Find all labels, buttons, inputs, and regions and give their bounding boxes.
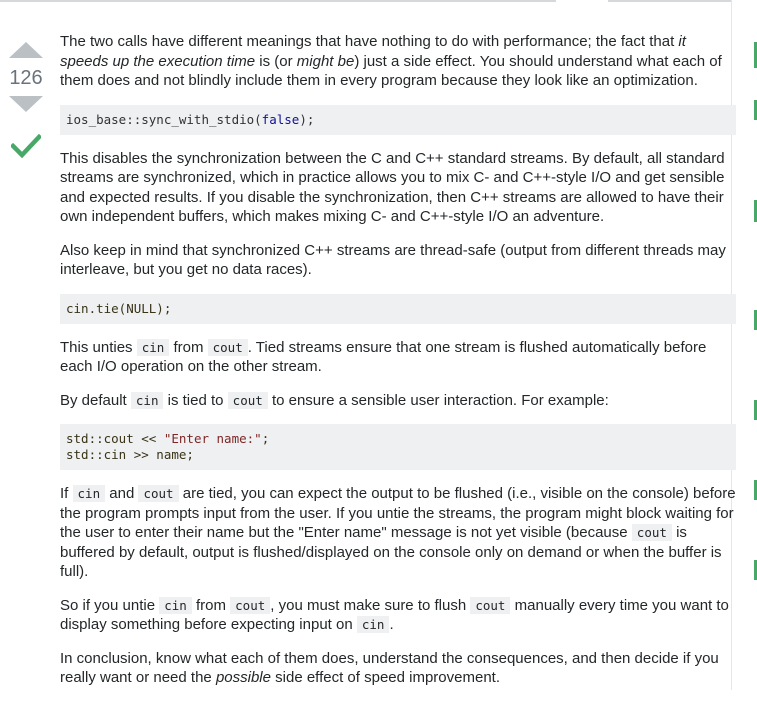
- inline-code: cout: [207, 338, 248, 356]
- paragraph: So if you untie cin from cout, you must …: [60, 596, 729, 633]
- top-border-right: [608, 0, 732, 2]
- inline-code: cout: [227, 391, 268, 409]
- code-block: ios_base::sync_with_stdio(false);: [60, 104, 736, 135]
- inline-code: cin: [356, 616, 390, 633]
- inline-code: cout: [138, 485, 179, 502]
- vote-cell: 126: [0, 34, 52, 163]
- answer-body: The two calls have different meanings th…: [60, 32, 736, 702]
- inline-code: cout: [470, 596, 511, 614]
- paragraph: If cin and cout are tied, you can expect…: [60, 485, 736, 580]
- inline-code: cout: [631, 524, 672, 541]
- paragraph: Also keep in mind that synchronized C++ …: [60, 241, 726, 279]
- top-border-left: [0, 0, 556, 2]
- code-block: cin.tie(NULL);: [60, 293, 736, 324]
- checkmark-icon[interactable]: [9, 133, 43, 159]
- inline-code: cout: [230, 596, 271, 614]
- inline-code: cin: [136, 338, 170, 356]
- paragraph: By default cin is tied to cout to ensure…: [60, 391, 609, 409]
- inline-code: cin: [159, 596, 192, 614]
- triangle-up-icon[interactable]: [9, 42, 43, 58]
- vote-count: 126: [9, 67, 43, 89]
- triangle-down-icon[interactable]: [9, 96, 43, 112]
- paragraph: This unties cin from cout. Tied streams …: [60, 338, 707, 375]
- inline-code: cin: [130, 391, 164, 409]
- paragraph: The two calls have different meanings th…: [60, 33, 722, 89]
- code-block: std::cout << "Enter name:"; std::cin >> …: [60, 424, 736, 470]
- top-border: [0, 0, 757, 3]
- paragraph: This disables the synchronization betwee…: [60, 149, 725, 226]
- inline-code: cin: [72, 485, 106, 502]
- paragraph: In conclusion, know what each of them do…: [60, 649, 719, 687]
